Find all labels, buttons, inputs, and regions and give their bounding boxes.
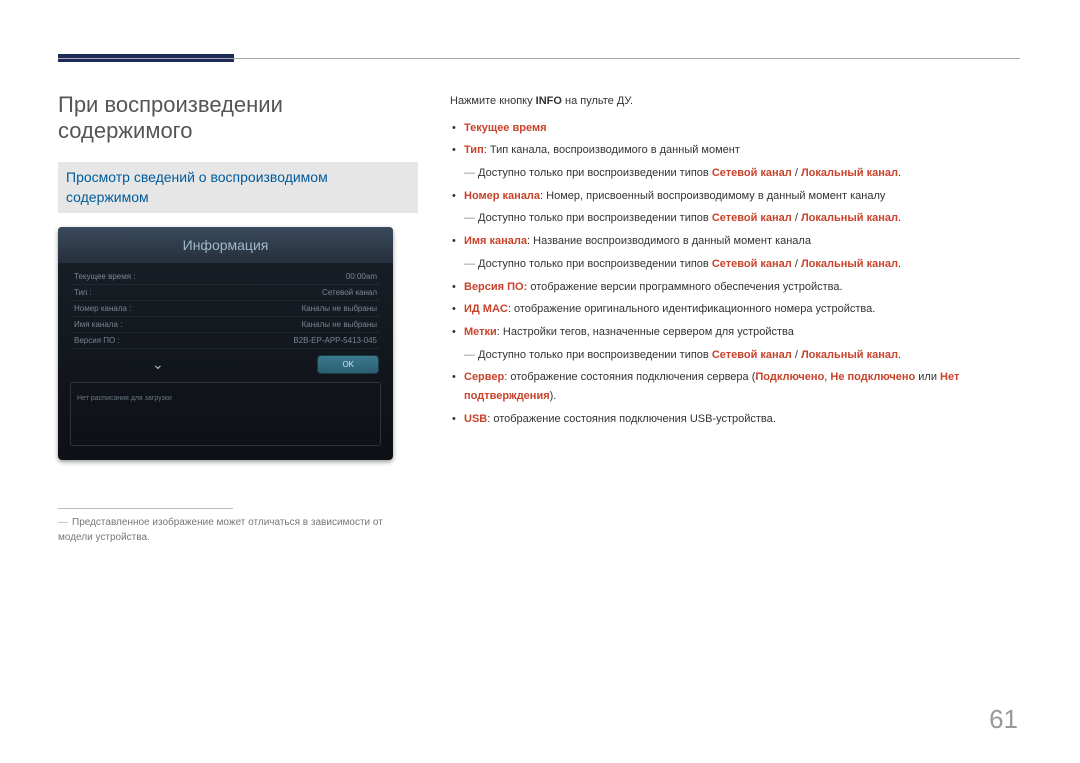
sub-text: Доступно только при воспроизведении типо… (478, 212, 712, 224)
mockup-footer: Нет расписания для загрузки (70, 382, 381, 446)
text: : отображение оригинального идентификаци… (508, 303, 875, 315)
sub-text: Доступно только при воспроизведении типо… (478, 258, 712, 270)
header-line (58, 58, 1020, 59)
net-channel: Сетевой канал (712, 349, 792, 361)
page-number: 61 (989, 704, 1018, 735)
sub-text: Доступно только при воспроизведении типо… (478, 167, 712, 179)
mock-label: Версия ПО : (74, 336, 120, 345)
slash: / (792, 212, 801, 224)
intro-bold: INFO (536, 95, 562, 107)
mock-row: Версия ПО : B2B-EP-APP-5413-045 (70, 333, 381, 349)
mock-value: 00:00am (346, 272, 377, 281)
mock-row: Имя канала : Каналы не выбраны (70, 317, 381, 333)
sub-text: Доступно только при воспроизведении типо… (478, 349, 712, 361)
sub-item: Доступно только при воспроизведении типо… (450, 164, 1020, 183)
slash: / (792, 258, 801, 270)
connected: Подключено (755, 371, 824, 383)
sub-item: Доступно только при воспроизведении типо… (450, 346, 1020, 365)
mock-row: Номер канала : Каналы не выбраны (70, 301, 381, 317)
list-item: Версия ПО: отображение версии программно… (450, 278, 1020, 297)
list-item: ИД MAC: отображение оригинального иденти… (450, 300, 1020, 319)
label-server: Сервер (464, 371, 504, 383)
label-current-time: Текущее время (464, 122, 547, 134)
mock-row: Текущее время : 00:00am (70, 269, 381, 285)
chevron-down-icon: ⌄ (152, 356, 164, 373)
mock-label: Имя канала : (74, 320, 122, 329)
text: : отображение состояния подключения серв… (504, 371, 755, 383)
mockup-title: Информация (58, 227, 393, 263)
text: : Номер, присвоенный воспроизводимому в … (540, 190, 885, 202)
section-subtitle: Просмотр сведений о воспроизводимом соде… (58, 162, 418, 213)
local-channel: Локальный канал (801, 349, 898, 361)
slash: / (792, 167, 801, 179)
mock-value: Сетевой канал (322, 288, 377, 297)
intro-prefix: Нажмите кнопку (450, 95, 536, 107)
label-type: Тип (464, 144, 484, 156)
text: : Тип канала, воспроизводимого в данный … (484, 144, 740, 156)
label-chnum: Номер канала (464, 190, 540, 202)
footnote-dash: ― (58, 517, 68, 528)
text: отображение версии программного обеспече… (527, 281, 842, 293)
close-paren: ). (550, 390, 557, 402)
mock-value: B2B-EP-APP-5413-045 (293, 336, 377, 345)
label-usb: USB (464, 413, 487, 425)
period: . (898, 167, 901, 179)
mock-value: Каналы не выбраны (302, 304, 377, 313)
net-channel: Сетевой канал (712, 258, 792, 270)
label-mac: ИД MAC (464, 303, 508, 315)
mock-label: Текущее время : (74, 272, 136, 281)
not-connected: Не подключено (830, 371, 915, 383)
ok-button: OK (317, 355, 379, 374)
mock-label: Номер канала : (74, 304, 131, 313)
net-channel: Сетевой канал (712, 212, 792, 224)
text: : отображение состояния подключения USB-… (487, 413, 776, 425)
local-channel: Локальный канал (801, 212, 898, 224)
period: . (898, 212, 901, 224)
text: : Название воспроизводимого в данный мом… (527, 235, 811, 247)
mock-value: Каналы не выбраны (302, 320, 377, 329)
label-version: Версия ПО: (464, 281, 527, 293)
footnote: ―Представленное изображение может отлича… (58, 515, 418, 545)
list-item: Тип: Тип канала, воспроизводимого в данн… (450, 141, 1020, 160)
net-channel: Сетевой канал (712, 167, 792, 179)
list-item: Метки: Настройки тегов, назначенные серв… (450, 323, 1020, 342)
local-channel: Локальный канал (801, 258, 898, 270)
mock-label: Тип : (74, 288, 92, 297)
period: . (898, 258, 901, 270)
mockup-footer-text: Нет расписания для загрузки (77, 395, 172, 402)
text: : Настройки тегов, назначенные сервером … (497, 326, 794, 338)
period: . (898, 349, 901, 361)
list-item: Сервер: отображение состояния подключени… (450, 368, 1020, 405)
list-item: Текущее время (450, 119, 1020, 138)
list-item: USB: отображение состояния подключения U… (450, 410, 1020, 429)
intro-text: Нажмите кнопку INFO на пульте ДУ. (450, 92, 1020, 111)
label-tags: Метки (464, 326, 497, 338)
footnote-text: Представленное изображение может отличат… (58, 517, 383, 543)
footnote-divider (58, 508, 233, 509)
intro-suffix: на пульте ДУ. (562, 95, 633, 107)
mock-row: Тип : Сетевой канал (70, 285, 381, 301)
slash: / (792, 349, 801, 361)
sub-item: Доступно только при воспроизведении типо… (450, 255, 1020, 274)
sub-item: Доступно только при воспроизведении типо… (450, 209, 1020, 228)
list-item: Номер канала: Номер, присвоенный воспрои… (450, 187, 1020, 206)
list-item: Имя канала: Название воспроизводимого в … (450, 232, 1020, 251)
label-chname: Имя канала (464, 235, 527, 247)
local-channel: Локальный канал (801, 167, 898, 179)
or: или (915, 371, 940, 383)
page-title: При воспроизведении содержимого (58, 92, 418, 144)
info-panel-mockup: Информация Текущее время : 00:00am Тип :… (58, 227, 393, 460)
